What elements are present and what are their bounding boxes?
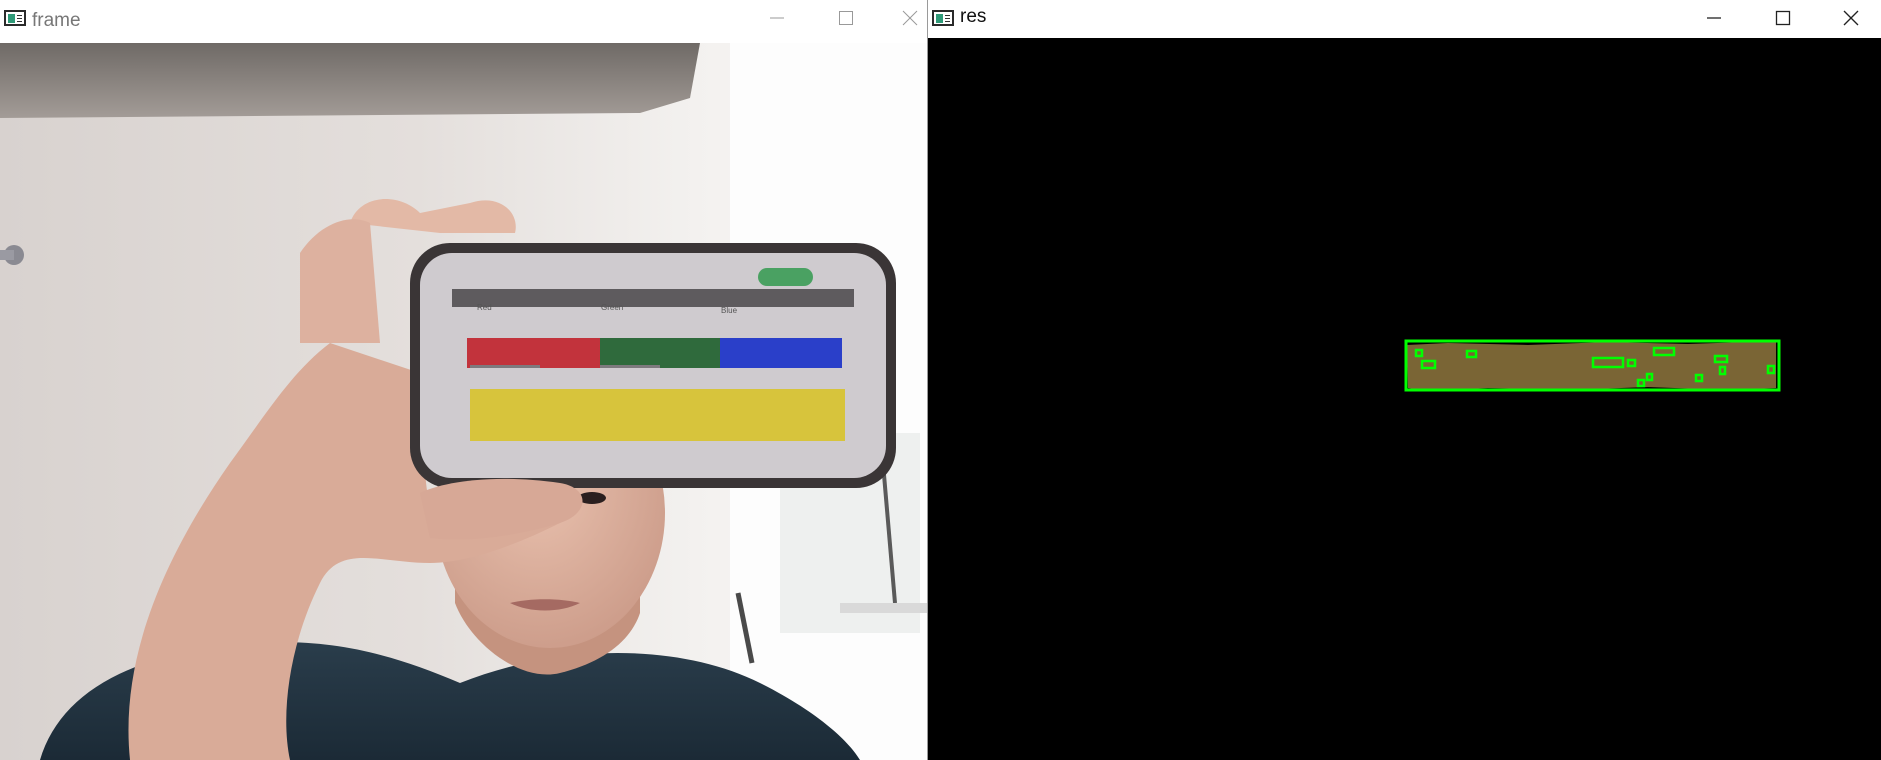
minimize-button[interactable]: [1691, 0, 1737, 36]
minimize-icon: [1707, 17, 1721, 19]
frame-window: frame Red Green Blue: [0, 0, 927, 760]
close-button[interactable]: [893, 0, 927, 36]
maximize-icon: [839, 11, 853, 25]
res-window: res: [927, 0, 1881, 760]
opencv-window-icon: [4, 10, 26, 26]
maximize-button[interactable]: [823, 0, 869, 36]
phone-label-green: Green: [601, 303, 623, 312]
minimize-button[interactable]: [754, 0, 800, 36]
mask-result: [928, 38, 1881, 760]
close-button[interactable]: [1828, 0, 1874, 36]
minimize-icon: [770, 17, 784, 19]
window-title: res: [960, 6, 987, 27]
webcam-image: Red Green Blue: [0, 43, 927, 760]
phone-label-red: Red: [477, 303, 492, 312]
close-icon: [902, 10, 918, 26]
maximize-button[interactable]: [1760, 0, 1806, 36]
mask-result-image: [928, 38, 1881, 760]
phone-label-blue: Blue: [721, 306, 738, 315]
opencv-window-icon: [932, 10, 954, 26]
frame-titlebar[interactable]: frame: [0, 0, 927, 43]
window-title: frame: [32, 10, 81, 31]
res-titlebar[interactable]: res: [928, 0, 1881, 38]
camera-frame: Red Green Blue: [0, 43, 927, 760]
close-icon: [1843, 10, 1859, 26]
maximize-icon: [1775, 10, 1791, 26]
